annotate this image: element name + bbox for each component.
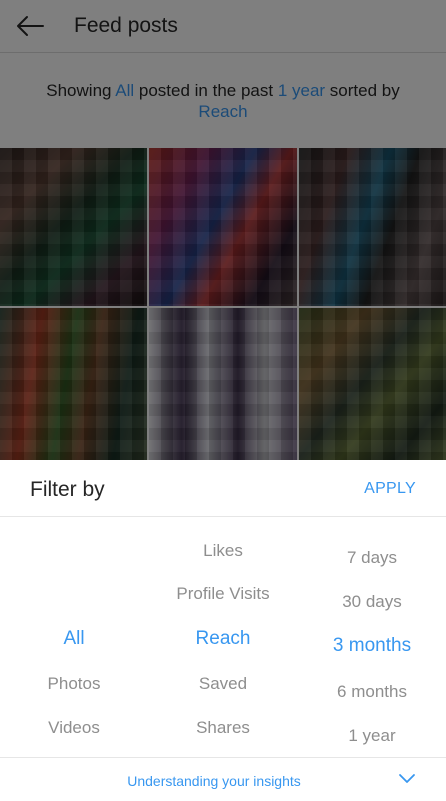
- picker-option-shares[interactable]: Shares: [148, 718, 298, 738]
- picker-option-profile-visits[interactable]: Profile Visits: [148, 584, 298, 604]
- filter-sheet-header: Filter by APPLY: [0, 460, 446, 517]
- picker-option-3-months[interactable]: 3 months: [298, 635, 446, 657]
- metric-picker[interactable]: Likes Profile Visits Reach Saved Shares: [148, 516, 298, 756]
- understanding-insights-link[interactable]: Understanding your insights: [0, 773, 428, 789]
- picker-option-7-days[interactable]: 7 days: [298, 548, 446, 568]
- picker-option-likes[interactable]: Likes: [148, 541, 298, 561]
- picker-option-all[interactable]: All: [0, 628, 148, 650]
- picker-option-30-days[interactable]: 30 days: [298, 592, 446, 612]
- filter-sheet-title: Filter by: [30, 478, 105, 501]
- time-picker[interactable]: 7 days 30 days 3 months 6 months 1 year: [298, 516, 446, 756]
- picker-option-reach[interactable]: Reach: [148, 628, 298, 650]
- filter-sheet: Filter by APPLY All Photos Videos Likes …: [0, 460, 446, 800]
- picker-option-photos[interactable]: Photos: [0, 674, 148, 694]
- picker-option-6-months[interactable]: 6 months: [298, 682, 446, 702]
- apply-button[interactable]: APPLY: [364, 480, 416, 498]
- type-picker[interactable]: All Photos Videos: [0, 516, 148, 756]
- filter-sheet-footer: Understanding your insights: [0, 757, 446, 801]
- picker-option-saved[interactable]: Saved: [148, 674, 298, 694]
- picker-option-videos[interactable]: Videos: [0, 718, 148, 738]
- chevron-down-icon[interactable]: [398, 770, 416, 788]
- picker-option-1-year[interactable]: 1 year: [298, 726, 446, 746]
